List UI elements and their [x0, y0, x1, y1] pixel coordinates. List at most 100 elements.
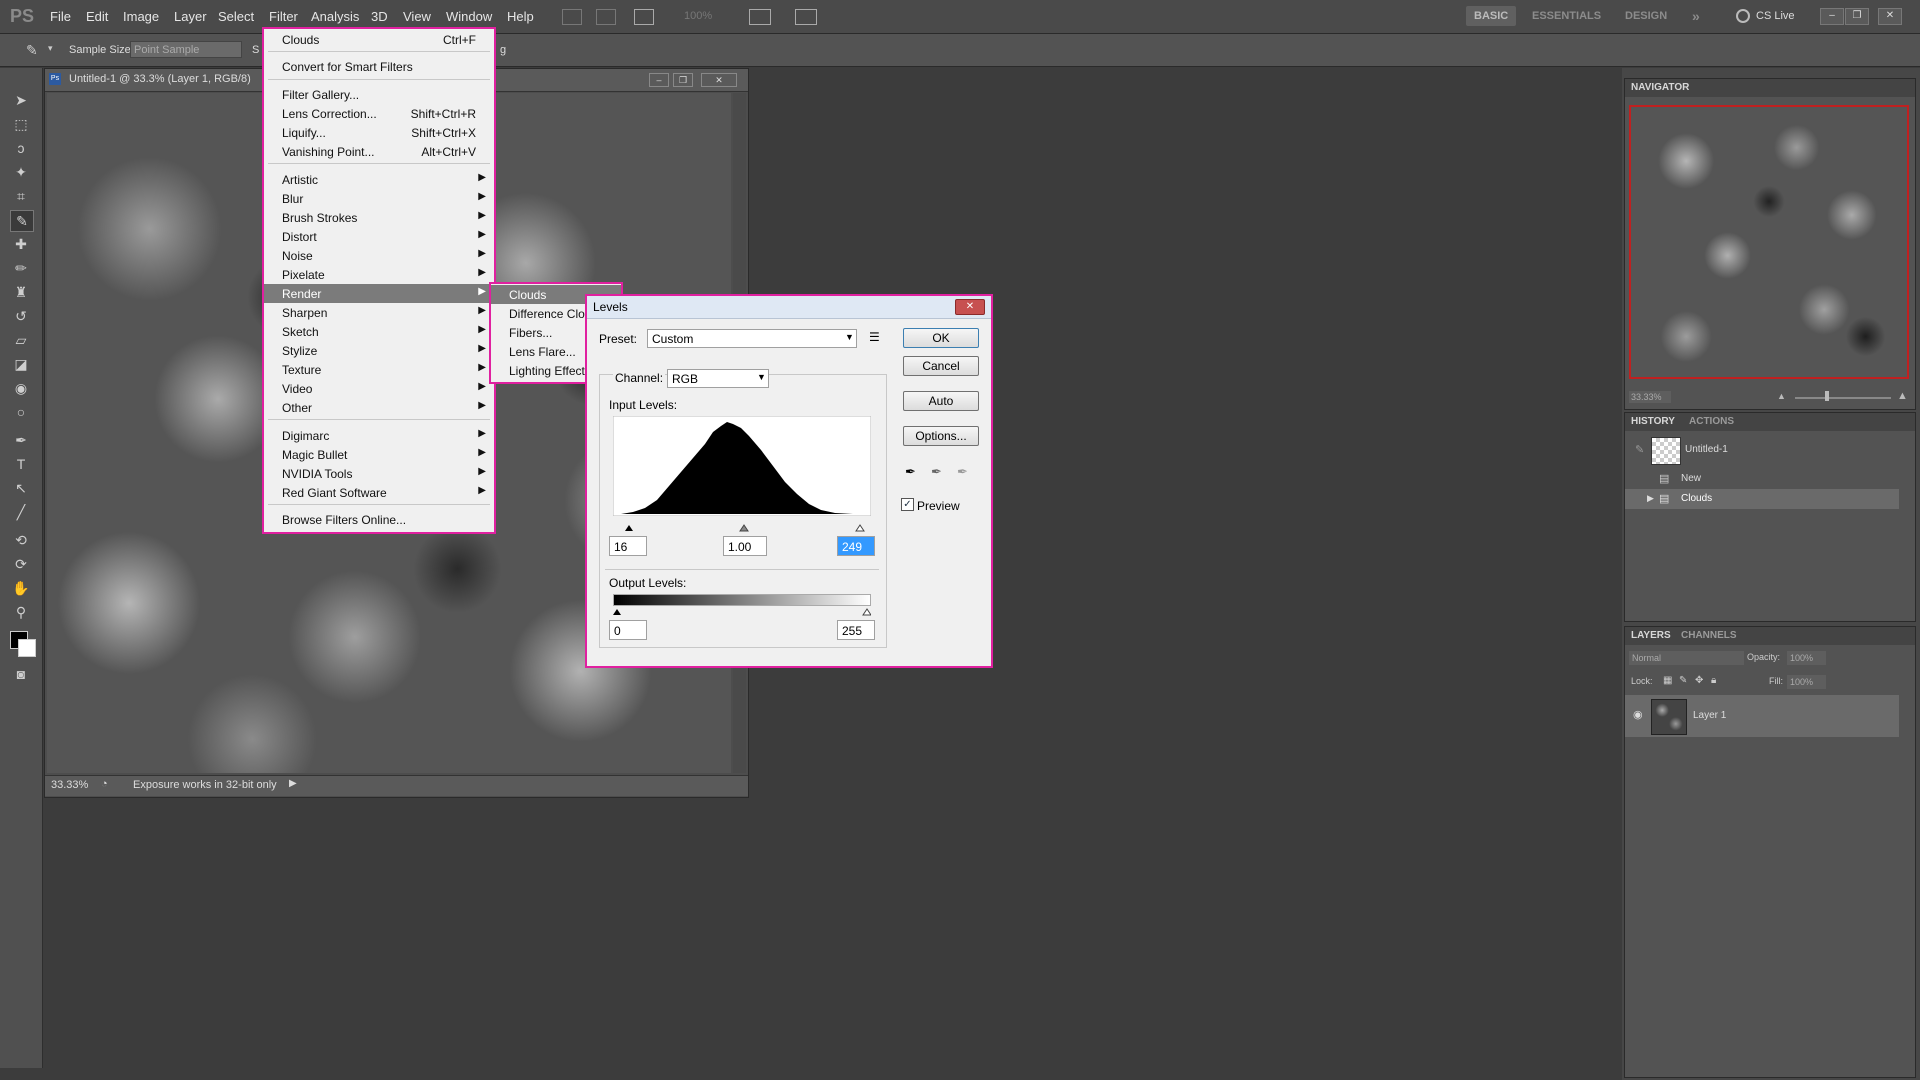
lock-all-icon[interactable]: 🔒︎	[1711, 675, 1716, 686]
tool-preset-chevron-icon[interactable]: ▾	[48, 43, 53, 54]
history-step[interactable]: ▤ New	[1625, 469, 1899, 489]
submenu-sketch[interactable]: Sketch ▶	[264, 322, 494, 341]
convert-smart-filters[interactable]: Convert for Smart Filters	[264, 57, 494, 76]
workspace-more-chevron-icon[interactable]: »	[1684, 6, 1708, 26]
type-tool-icon[interactable]: T	[10, 454, 32, 474]
cancel-button[interactable]: Cancel	[903, 356, 979, 376]
status-info-icon[interactable]: ◔	[101, 778, 108, 790]
channel-dropdown-chevron-icon[interactable]: ▼	[757, 372, 766, 382]
history-brush-icon[interactable]: ↺	[10, 306, 32, 326]
workspace-essentials[interactable]: ESSENTIALS	[1524, 6, 1609, 26]
line-tool-icon[interactable]: ╱	[10, 502, 32, 522]
navigator-preview[interactable]	[1629, 105, 1909, 379]
layers-tab[interactable]: LAYERS	[1625, 627, 1677, 645]
eraser-tool-icon[interactable]: ▱	[10, 330, 32, 350]
menu-view[interactable]: View	[403, 9, 431, 24]
channel-select[interactable]: RGB	[667, 369, 769, 388]
preset-dropdown-chevron-icon[interactable]: ▼	[845, 332, 854, 342]
submenu-distort[interactable]: Distort ▶	[264, 227, 494, 246]
3d-orbit-icon[interactable]: ⟳	[10, 554, 32, 574]
workspace-basic[interactable]: BASIC	[1466, 6, 1517, 26]
view-extras-icon[interactable]	[634, 9, 654, 25]
hand-tool-icon[interactable]: ✋	[10, 578, 32, 598]
menu-analysis[interactable]: Analysis	[311, 9, 359, 24]
submenu-other[interactable]: Other ▶	[264, 398, 494, 417]
status-menu-arrow-icon[interactable]: ▶	[289, 778, 297, 789]
filter-clouds-last[interactable]: Clouds Ctrl+F	[264, 30, 494, 49]
paint-bucket-icon[interactable]: ◪	[10, 354, 32, 374]
gray-eyedropper-icon[interactable]: ✒	[931, 464, 942, 480]
input-black-field[interactable]: 16	[609, 536, 647, 556]
menu-3d[interactable]: 3D	[371, 9, 388, 24]
menu-edit[interactable]: Edit	[86, 9, 108, 24]
submenu-red-giant-software[interactable]: Red Giant Software ▶	[264, 483, 494, 502]
vanishing-point[interactable]: Vanishing Point... Alt+Ctrl+V	[264, 142, 494, 161]
minimize-icon[interactable]: –	[1820, 8, 1844, 25]
background-color-swatch[interactable]	[18, 639, 36, 657]
dialog-close-icon[interactable]: ✕	[955, 299, 985, 315]
history-tab[interactable]: HISTORY	[1625, 413, 1681, 431]
output-black-field[interactable]: 0	[609, 620, 647, 640]
submenu-brush-strokes[interactable]: Brush Strokes ▶	[264, 208, 494, 227]
layer-row[interactable]: ◉ Layer 1	[1625, 695, 1899, 737]
input-white-field[interactable]: 249	[837, 536, 875, 556]
output-white-field[interactable]: 255	[837, 620, 875, 640]
zoom-tool-icon[interactable]: ⚲	[10, 602, 32, 622]
quick-select-tool-icon[interactable]: ✦	[10, 162, 32, 182]
browse-filters-online[interactable]: Browse Filters Online...	[264, 510, 494, 529]
submenu-sharpen[interactable]: Sharpen ▶	[264, 303, 494, 322]
white-eyedropper-icon[interactable]: ✒	[957, 464, 968, 480]
submenu-noise[interactable]: Noise ▶	[264, 246, 494, 265]
submenu-digimarc[interactable]: Digimarc ▶	[264, 426, 494, 445]
arrange-documents-icon[interactable]	[749, 9, 771, 25]
doc-minimize-icon[interactable]: –	[649, 73, 669, 87]
auto-button[interactable]: Auto	[903, 391, 979, 411]
history-brush-source-icon[interactable]: ✎	[1635, 443, 1644, 456]
lasso-tool-icon[interactable]: ↄ	[10, 138, 32, 158]
submenu-stylize[interactable]: Stylize ▶	[264, 341, 494, 360]
navigator-zoom-slider[interactable]	[1795, 397, 1891, 399]
menu-layer[interactable]: Layer	[174, 9, 207, 24]
lens-correction[interactable]: Lens Correction... Shift+Ctrl+R	[264, 104, 494, 123]
submenu-magic-bullet[interactable]: Magic Bullet ▶	[264, 445, 494, 464]
restore-icon[interactable]: ❐	[1845, 8, 1869, 25]
menu-filter[interactable]: Filter	[269, 9, 298, 24]
close-icon[interactable]: ✕	[1878, 8, 1902, 25]
preview-checkbox[interactable]: ✓	[901, 498, 914, 511]
lock-pixels-icon[interactable]: ✎	[1679, 675, 1687, 686]
input-gamma-field[interactable]: 1.00	[723, 536, 767, 556]
blend-mode-select[interactable]: Normal	[1629, 651, 1744, 665]
navigator-zoom-field[interactable]: 33.33%	[1629, 391, 1671, 403]
doc-close-icon[interactable]: ✕	[701, 73, 737, 87]
levels-title-bar[interactable]: Levels ✕	[587, 296, 991, 319]
filter-gallery[interactable]: Filter Gallery...	[264, 85, 494, 104]
status-zoom[interactable]: 33.33%	[51, 779, 88, 791]
move-tool-icon[interactable]: ➤	[10, 90, 32, 110]
3d-rotate-icon[interactable]: ⟲	[10, 530, 32, 550]
submenu-blur[interactable]: Blur ▶	[264, 189, 494, 208]
opacity-field[interactable]: 100%	[1787, 651, 1826, 665]
eyedropper-tool-icon[interactable]: ✎	[10, 210, 34, 232]
lock-transparent-icon[interactable]: ▦	[1663, 675, 1672, 686]
navigator-tab[interactable]: NAVIGATOR	[1625, 79, 1695, 97]
zoom-out-icon[interactable]: ▲	[1777, 391, 1786, 401]
zoom-in-icon[interactable]: ▲	[1897, 390, 1908, 402]
mini-bridge-icon[interactable]	[596, 9, 616, 25]
menu-select[interactable]: Select	[218, 9, 254, 24]
sample-size-select[interactable]: Point Sample	[130, 41, 242, 58]
screen-mode-icon[interactable]	[795, 9, 817, 25]
path-select-icon[interactable]: ↖	[10, 478, 32, 498]
liquify[interactable]: Liquify... Shift+Ctrl+X	[264, 123, 494, 142]
healing-brush-icon[interactable]: ✚	[10, 234, 32, 254]
marquee-tool-icon[interactable]: ⬚	[10, 114, 32, 134]
actions-tab[interactable]: ACTIONS	[1683, 413, 1740, 431]
submenu-artistic[interactable]: Artistic ▶	[264, 170, 494, 189]
layer-visibility-eye-icon[interactable]: ◉	[1633, 708, 1643, 721]
black-eyedropper-icon[interactable]: ✒	[905, 464, 916, 480]
submenu-video[interactable]: Video ▶	[264, 379, 494, 398]
channels-tab[interactable]: CHANNELS	[1675, 627, 1743, 645]
workspace-design[interactable]: DESIGN	[1617, 6, 1675, 26]
submenu-nvidia-tools[interactable]: NVIDIA Tools ▶	[264, 464, 494, 483]
pen-tool-icon[interactable]: ✒	[10, 430, 32, 450]
blur-tool-icon[interactable]: ◉	[10, 378, 32, 398]
